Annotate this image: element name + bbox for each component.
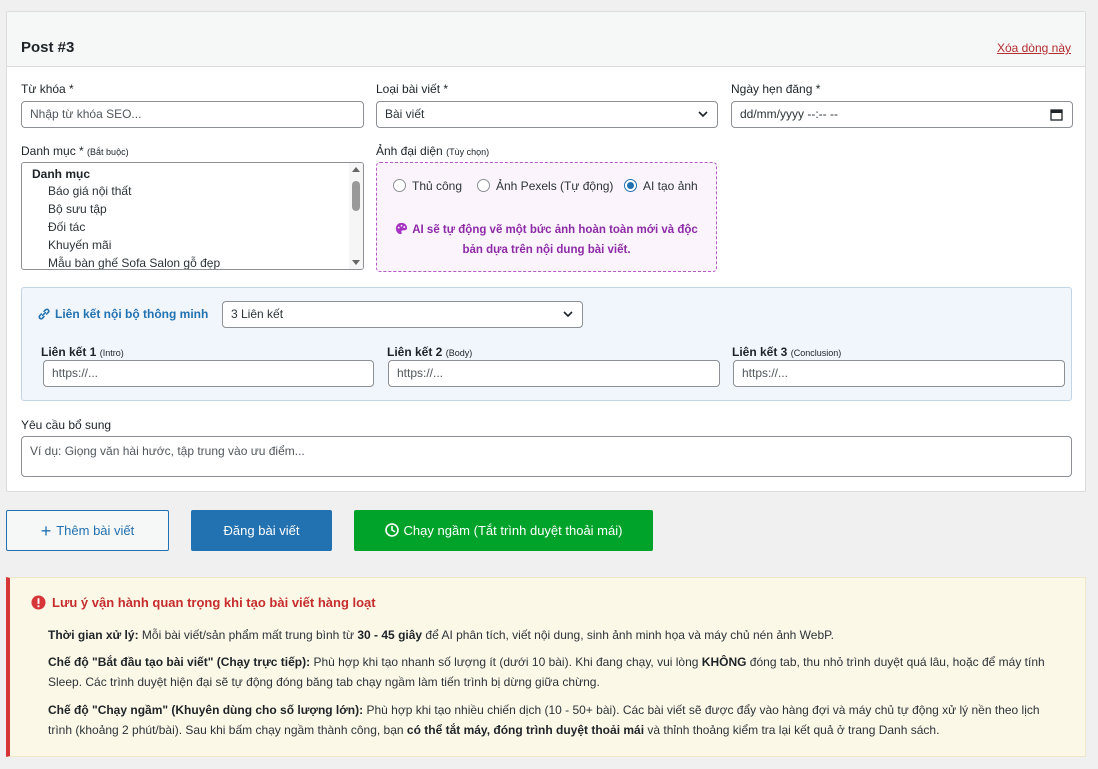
notice-paragraph-direct: Chế độ "Bắt đầu tạo bài viết" (Chạy trực… — [48, 655, 1045, 689]
link-icon — [38, 308, 50, 320]
category-option[interactable]: Bộ sưu tập — [48, 202, 107, 216]
scroll-down-icon[interactable] — [352, 260, 360, 266]
publish-button[interactable]: Đăng bài viết — [191, 510, 332, 551]
add-post-button[interactable]: + Thêm bài viết — [6, 510, 169, 551]
link3-label: Liên kết 3 (Conclusion) — [732, 345, 842, 359]
schedule-value: dd/mm/yyyy --:-- -- — [740, 107, 838, 121]
scrollbar-thumb[interactable] — [352, 181, 360, 211]
category-option[interactable]: Mẫu bàn ghế Sofa Salon gỗ đẹp — [48, 256, 220, 269]
post-type-label: Loại bài viết * — [376, 82, 449, 96]
post-type-select[interactable]: Bài viết — [376, 101, 718, 128]
post-header: Post #3 Xóa dòng này — [7, 12, 1085, 67]
post-type-value: Bài viết — [385, 107, 425, 121]
error-icon — [31, 595, 46, 610]
link1-input[interactable]: https://... — [43, 360, 374, 387]
extra-textarea[interactable]: Ví dụ: Giọng văn hài hước, tập trung vào… — [21, 436, 1072, 477]
post-card: Post #3 Xóa dòng này Từ khóa * Nhập từ k… — [6, 11, 1086, 492]
internal-links-label: Liên kết nội bộ thông minh — [37, 307, 208, 321]
notice-title: Lưu ý vận hành quan trọng khi tạo bài vi… — [52, 595, 376, 610]
schedule-label: Ngày hẹn đăng * — [731, 82, 821, 96]
chevron-down-icon — [563, 311, 573, 318]
link2-input[interactable]: https://... — [388, 360, 720, 387]
scroll-up-icon[interactable] — [352, 166, 360, 172]
delete-row-link[interactable]: Xóa dòng này — [997, 41, 1071, 55]
palette-icon — [396, 222, 408, 235]
link1-label: Liên kết 1 (Intro) — [41, 345, 124, 359]
keyword-input[interactable]: Nhập từ khóa SEO... — [21, 101, 364, 128]
category-label: Danh mục * (Bắt buộc) — [21, 144, 129, 158]
important-notice: Lưu ý vận hành quan trọng khi tạo bài vi… — [6, 577, 1086, 757]
notice-paragraph-time: Thời gian xử lý: Mỗi bài viết/sản phẩm m… — [48, 628, 834, 642]
link-count-select[interactable]: 3 Liên kết — [222, 301, 583, 328]
radio-pexels[interactable]: Ảnh Pexels (Tự động) — [477, 179, 613, 193]
radio-ai[interactable]: AI tạo ảnh — [624, 179, 698, 193]
plus-icon: + — [40, 521, 52, 541]
radio-manual[interactable]: Thủ công — [393, 179, 462, 193]
radio-circle[interactable] — [477, 179, 490, 192]
calendar-icon[interactable] — [1050, 108, 1063, 121]
category-option[interactable]: Đối tác — [48, 220, 85, 234]
category-option[interactable]: Khuyến mãi — [48, 238, 111, 252]
internal-links-panel: Liên kết nội bộ thông minh 3 Liên kết Li… — [21, 287, 1072, 401]
thumbnail-options-box: Thủ công Ảnh Pexels (Tự động) AI tạo ảnh… — [376, 162, 717, 272]
link3-input[interactable]: https://... — [733, 360, 1065, 387]
notice-paragraph-background: Chế độ "Chạy ngầm" (Khuyên dùng cho số l… — [48, 703, 1040, 737]
schedule-datetime-input[interactable]: dd/mm/yyyy --:-- -- — [731, 101, 1073, 128]
category-option[interactable]: Báo giá nội thất — [48, 184, 131, 198]
thumbnail-label: Ảnh đại diện (Tùy chọn) — [376, 144, 490, 158]
radio-circle-selected[interactable] — [624, 179, 637, 192]
ai-note: AI sẽ tự động vẽ một bức ảnh hoàn toàn m… — [391, 220, 702, 260]
keyword-label: Từ khóa * — [21, 82, 74, 96]
clock-icon — [384, 523, 399, 537]
run-background-button[interactable]: Chạy ngầm (Tắt trình duyệt thoải mái) — [354, 510, 653, 551]
post-title: Post #3 — [21, 39, 75, 56]
listbox-scrollbar[interactable] — [349, 163, 363, 269]
category-group-label: Danh mục — [32, 167, 91, 181]
chevron-down-icon — [698, 111, 708, 118]
extra-label: Yêu cầu bổ sung — [21, 418, 112, 432]
link-count-value: 3 Liên kết — [231, 307, 284, 321]
link2-label: Liên kết 2 (Body) — [387, 345, 473, 359]
category-listbox[interactable]: Danh mục Báo giá nội thất Bộ sưu tập Đối… — [21, 162, 364, 270]
radio-circle[interactable] — [393, 179, 406, 192]
